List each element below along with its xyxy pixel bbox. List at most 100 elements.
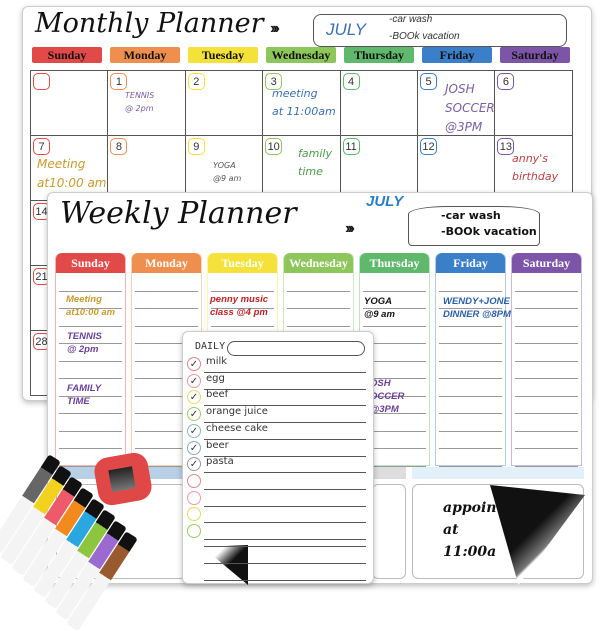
checked-circle-icon[interactable]: ✓ bbox=[187, 407, 201, 422]
weekly-note: WENDY+JONE DINNER @8PM bbox=[443, 296, 511, 320]
monthly-day-header: Thursday bbox=[344, 47, 414, 63]
writing-line bbox=[59, 430, 122, 432]
monthly-day-header: Sunday bbox=[32, 47, 102, 63]
writing-line bbox=[439, 378, 502, 379]
monthly-chevrons: ››› bbox=[270, 20, 280, 37]
writing-line bbox=[287, 308, 350, 309]
calendar-cell[interactable] bbox=[30, 70, 109, 136]
calendar-cell[interactable]: 2 bbox=[184, 70, 264, 136]
writing-line bbox=[204, 388, 366, 390]
writing-line bbox=[135, 308, 198, 309]
writing-line bbox=[204, 488, 366, 490]
writing-line bbox=[59, 360, 122, 362]
weekly-day-header: Friday bbox=[436, 253, 505, 273]
writing-line bbox=[59, 290, 122, 292]
checked-circle-icon[interactable]: ✓ bbox=[187, 373, 201, 388]
checklist-item: beef bbox=[206, 389, 229, 401]
weekly-day-header: Thursday bbox=[360, 253, 429, 273]
monthly-day-header: Wednesday bbox=[266, 47, 336, 63]
weekly-day-column[interactable]: Saturday bbox=[511, 253, 582, 467]
checked-circle-icon[interactable]: ✓ bbox=[187, 357, 201, 371]
monthly-note: JOSH SOCCER @3PM bbox=[445, 82, 495, 135]
weekly-note: penny music class @4 pm bbox=[210, 294, 269, 318]
monthly-note: TENNIS @ 2pm bbox=[125, 91, 155, 113]
weekly-note: YOGA @9 am bbox=[364, 296, 395, 320]
checked-circle-icon[interactable]: ✓ bbox=[187, 423, 201, 438]
day-number: 8 bbox=[110, 138, 128, 155]
checked-circle-icon[interactable]: ✓ bbox=[187, 440, 201, 455]
monthly-day-header: Tuesday bbox=[188, 47, 258, 63]
monthly-day-header: Friday bbox=[422, 47, 492, 63]
day-number: 7 bbox=[33, 138, 50, 155]
weekly-bottom-bar-gray bbox=[373, 467, 406, 479]
writing-line bbox=[439, 448, 502, 449]
checklist-item: orange juice bbox=[206, 406, 268, 418]
day-number: 4 bbox=[342, 73, 360, 90]
writing-line bbox=[515, 343, 578, 344]
writing-line bbox=[515, 430, 578, 432]
monthly-day-header: Monday bbox=[110, 47, 180, 63]
weekly-title: Weekly Planner bbox=[60, 196, 297, 231]
calendar-cell[interactable]: 6 bbox=[494, 70, 573, 136]
writing-line bbox=[211, 325, 274, 327]
day-number: 12 bbox=[420, 138, 437, 155]
writing-line bbox=[287, 325, 350, 327]
monthly-memo-2: -BOOk vacation bbox=[389, 31, 460, 42]
writing-line bbox=[439, 325, 502, 327]
day-number bbox=[33, 73, 50, 90]
writing-line bbox=[204, 546, 366, 547]
weekly-note: OSH OCCER @3PM bbox=[370, 378, 405, 415]
weekly-day-header: Sunday bbox=[56, 253, 125, 273]
monthly-note: meeting at 11:00am bbox=[272, 87, 336, 118]
writing-line bbox=[204, 522, 366, 524]
writing-line bbox=[363, 290, 426, 292]
day-number: 5 bbox=[420, 73, 437, 90]
monthly-note: Meeting at10:00 am bbox=[37, 157, 107, 191]
monthly-note: YOGA @9 am bbox=[213, 161, 242, 183]
appointment-note: appoin at 11:00a bbox=[443, 500, 497, 560]
weekly-bottom-bar-light bbox=[412, 467, 584, 479]
weekly-day-header: Monday bbox=[132, 253, 201, 273]
checklist-item: beer bbox=[206, 439, 229, 451]
monthly-day-header: Saturday bbox=[500, 47, 570, 63]
day-number: 10 bbox=[265, 138, 283, 155]
writing-line bbox=[439, 290, 502, 292]
weekly-day-column[interactable]: Sunday bbox=[55, 253, 126, 467]
weekly-chevrons: ››› bbox=[345, 220, 355, 237]
writing-line bbox=[515, 395, 578, 397]
writing-line bbox=[287, 290, 350, 292]
eraser[interactable] bbox=[92, 450, 154, 508]
writing-line bbox=[515, 448, 578, 449]
empty-circle-icon[interactable] bbox=[187, 524, 201, 538]
writing-line bbox=[59, 448, 122, 449]
writing-line bbox=[515, 325, 578, 327]
writing-line bbox=[59, 413, 122, 414]
checked-circle-icon[interactable]: ✓ bbox=[187, 457, 201, 472]
checklist-item: pasta bbox=[206, 456, 234, 468]
empty-circle-icon[interactable] bbox=[187, 473, 201, 488]
writing-line bbox=[211, 290, 274, 292]
writing-line bbox=[204, 563, 366, 564]
day-number: 2 bbox=[187, 73, 205, 90]
writing-line bbox=[515, 413, 578, 414]
writing-line bbox=[204, 372, 366, 373]
weekly-day-column[interactable]: Friday bbox=[435, 253, 506, 467]
checked-circle-icon[interactable]: ✓ bbox=[187, 390, 201, 405]
calendar-cell[interactable]: 4 bbox=[339, 70, 418, 136]
empty-circle-icon[interactable] bbox=[187, 507, 201, 522]
checklist-item: milk bbox=[206, 356, 228, 367]
weekly-note: Meeting at10:00 am bbox=[66, 294, 116, 318]
writing-line bbox=[439, 413, 502, 414]
checklist-item: egg bbox=[206, 372, 225, 384]
checklist-item: cheese cake bbox=[206, 422, 268, 434]
writing-line bbox=[59, 325, 122, 327]
monthly-title: Monthly Planner bbox=[35, 8, 264, 39]
writing-line bbox=[204, 472, 366, 474]
empty-circle-icon[interactable] bbox=[187, 490, 201, 505]
monthly-note: anny's birthday bbox=[512, 152, 559, 183]
monthly-month: JULY bbox=[326, 20, 367, 39]
day-number: 9 bbox=[187, 138, 205, 155]
monthly-memo-box: JULY -car wash -BOOk vacation bbox=[313, 14, 567, 47]
writing-line bbox=[204, 580, 366, 581]
writing-line bbox=[59, 378, 122, 379]
